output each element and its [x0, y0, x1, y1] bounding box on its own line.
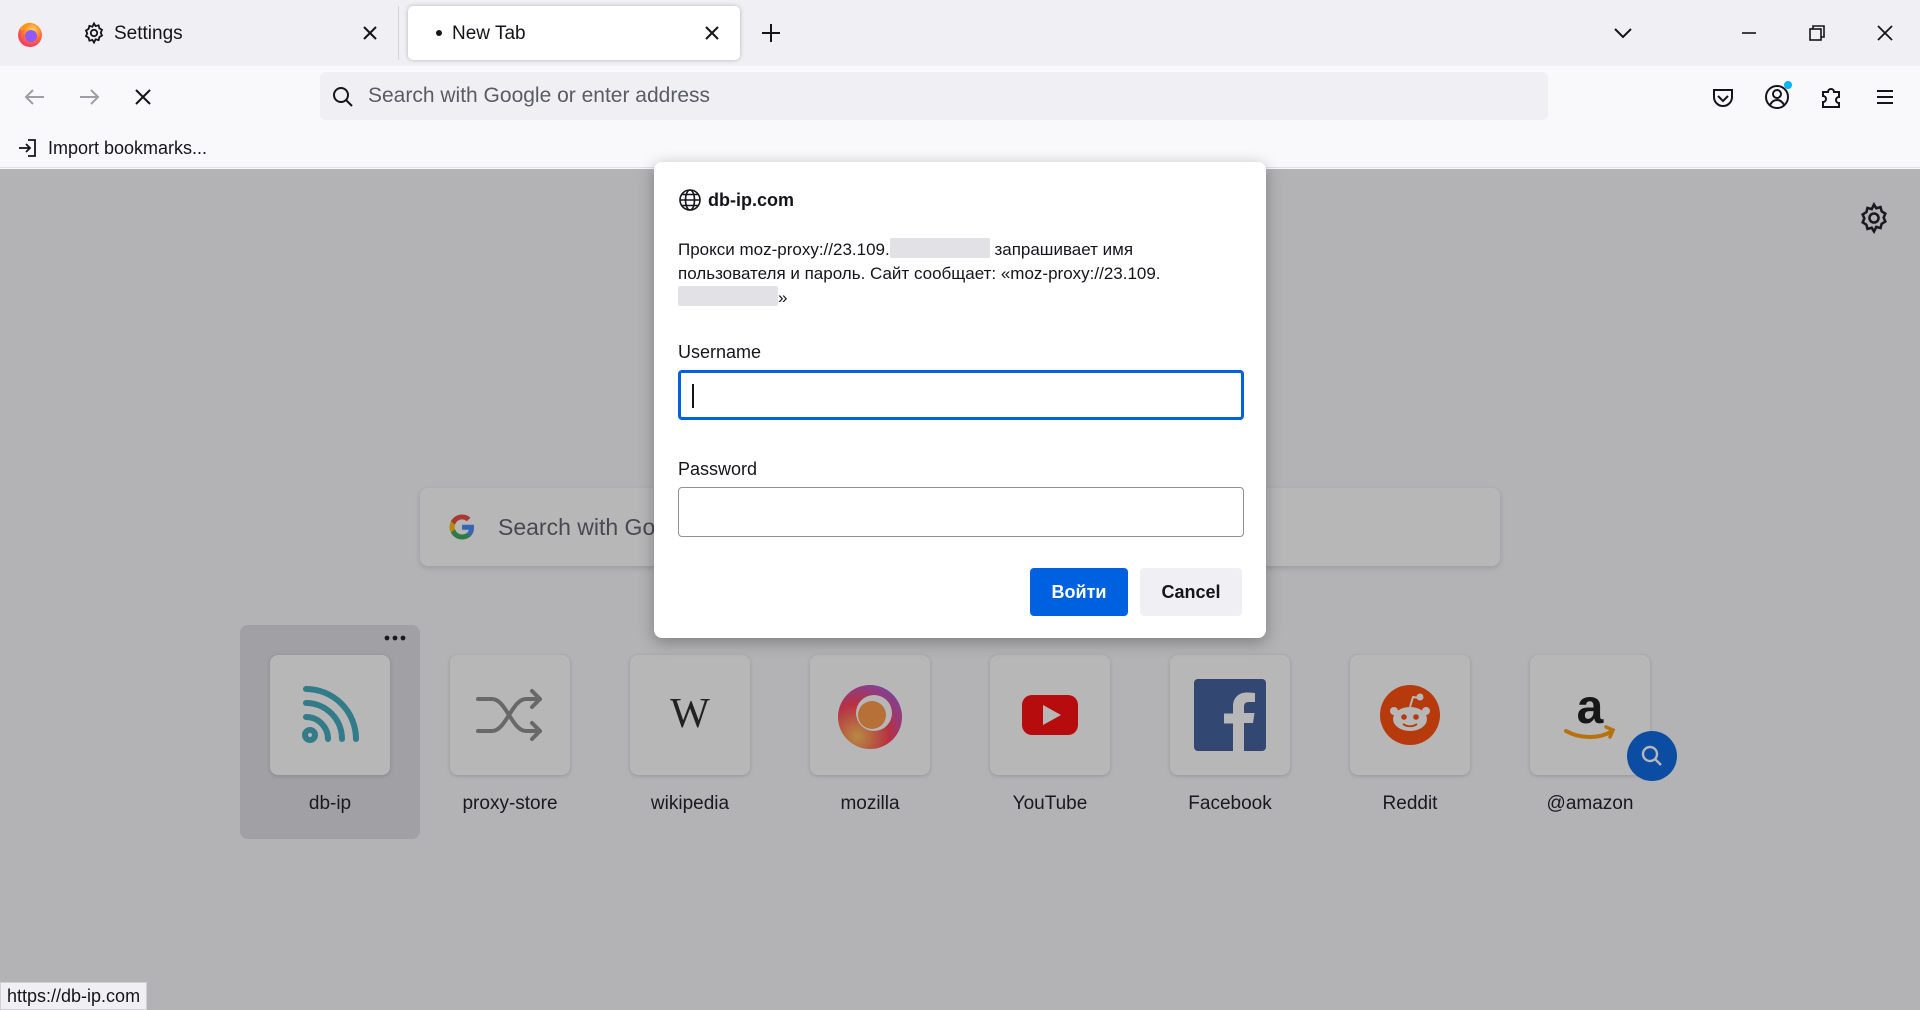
import-bookmarks-button[interactable]: Import bookmarks...	[16, 133, 207, 163]
list-all-tabs-chevron-icon[interactable]	[1606, 16, 1640, 50]
tab-strip: Settings New Tab	[0, 0, 1920, 66]
dialog-message-part1: Прокси moz-proxy://23.109.	[678, 240, 890, 259]
status-panel-url: https://db-ip.com	[0, 982, 148, 1010]
forward-arrow-icon[interactable]	[72, 80, 106, 114]
redacted-ip	[889, 238, 990, 258]
notification-dot	[1784, 81, 1792, 89]
dialog-origin-label: db-ip.com	[708, 189, 794, 210]
username-field[interactable]	[678, 370, 1244, 420]
redacted-ip	[678, 286, 778, 306]
dialog-message: Прокси moz-proxy://23.109. запрашивает и…	[678, 238, 1238, 310]
dialog-origin: db-ip.com	[678, 188, 794, 212]
search-icon	[333, 87, 353, 107]
dialog-message-part3: »	[778, 288, 788, 307]
close-tab-icon[interactable]	[356, 19, 384, 47]
stop-loading-icon[interactable]	[126, 80, 160, 114]
firefox-app-icon[interactable]	[14, 18, 46, 50]
password-field[interactable]	[678, 487, 1244, 537]
login-button[interactable]: Войти	[1030, 568, 1128, 616]
proxy-auth-dialog: db-ip.com Прокси moz-proxy://23.109. зап…	[654, 162, 1266, 638]
pocket-icon[interactable]	[1706, 80, 1740, 114]
import-icon	[19, 139, 36, 157]
tab-label: New Tab	[452, 23, 526, 44]
navigation-toolbar	[0, 66, 1920, 128]
loading-dot-icon	[436, 30, 442, 36]
account-button[interactable]	[1760, 80, 1794, 114]
hamburger-menu-icon[interactable]	[1868, 80, 1902, 114]
gear-icon	[84, 21, 104, 45]
import-bookmarks-label: Import bookmarks...	[48, 137, 208, 158]
password-label: Password	[678, 459, 758, 479]
tab-new-tab[interactable]: New Tab	[408, 6, 740, 60]
tab-label: Settings	[114, 23, 183, 44]
extensions-puzzle-icon[interactable]	[1814, 80, 1848, 114]
url-input[interactable]	[368, 72, 1518, 120]
url-bar[interactable]	[320, 72, 1548, 120]
cancel-button[interactable]: Cancel	[1140, 568, 1242, 616]
tab-settings[interactable]: Settings	[64, 6, 399, 60]
back-arrow-icon[interactable]	[18, 80, 52, 114]
globe-icon	[679, 189, 701, 211]
new-tab-plus-icon[interactable]	[756, 18, 786, 48]
close-window-icon[interactable]	[1868, 16, 1902, 50]
close-tab-icon[interactable]	[698, 19, 726, 47]
username-label: Username	[678, 342, 762, 362]
text-cursor	[692, 384, 694, 408]
minimize-icon[interactable]	[1732, 16, 1766, 50]
restore-icon[interactable]	[1800, 16, 1834, 50]
